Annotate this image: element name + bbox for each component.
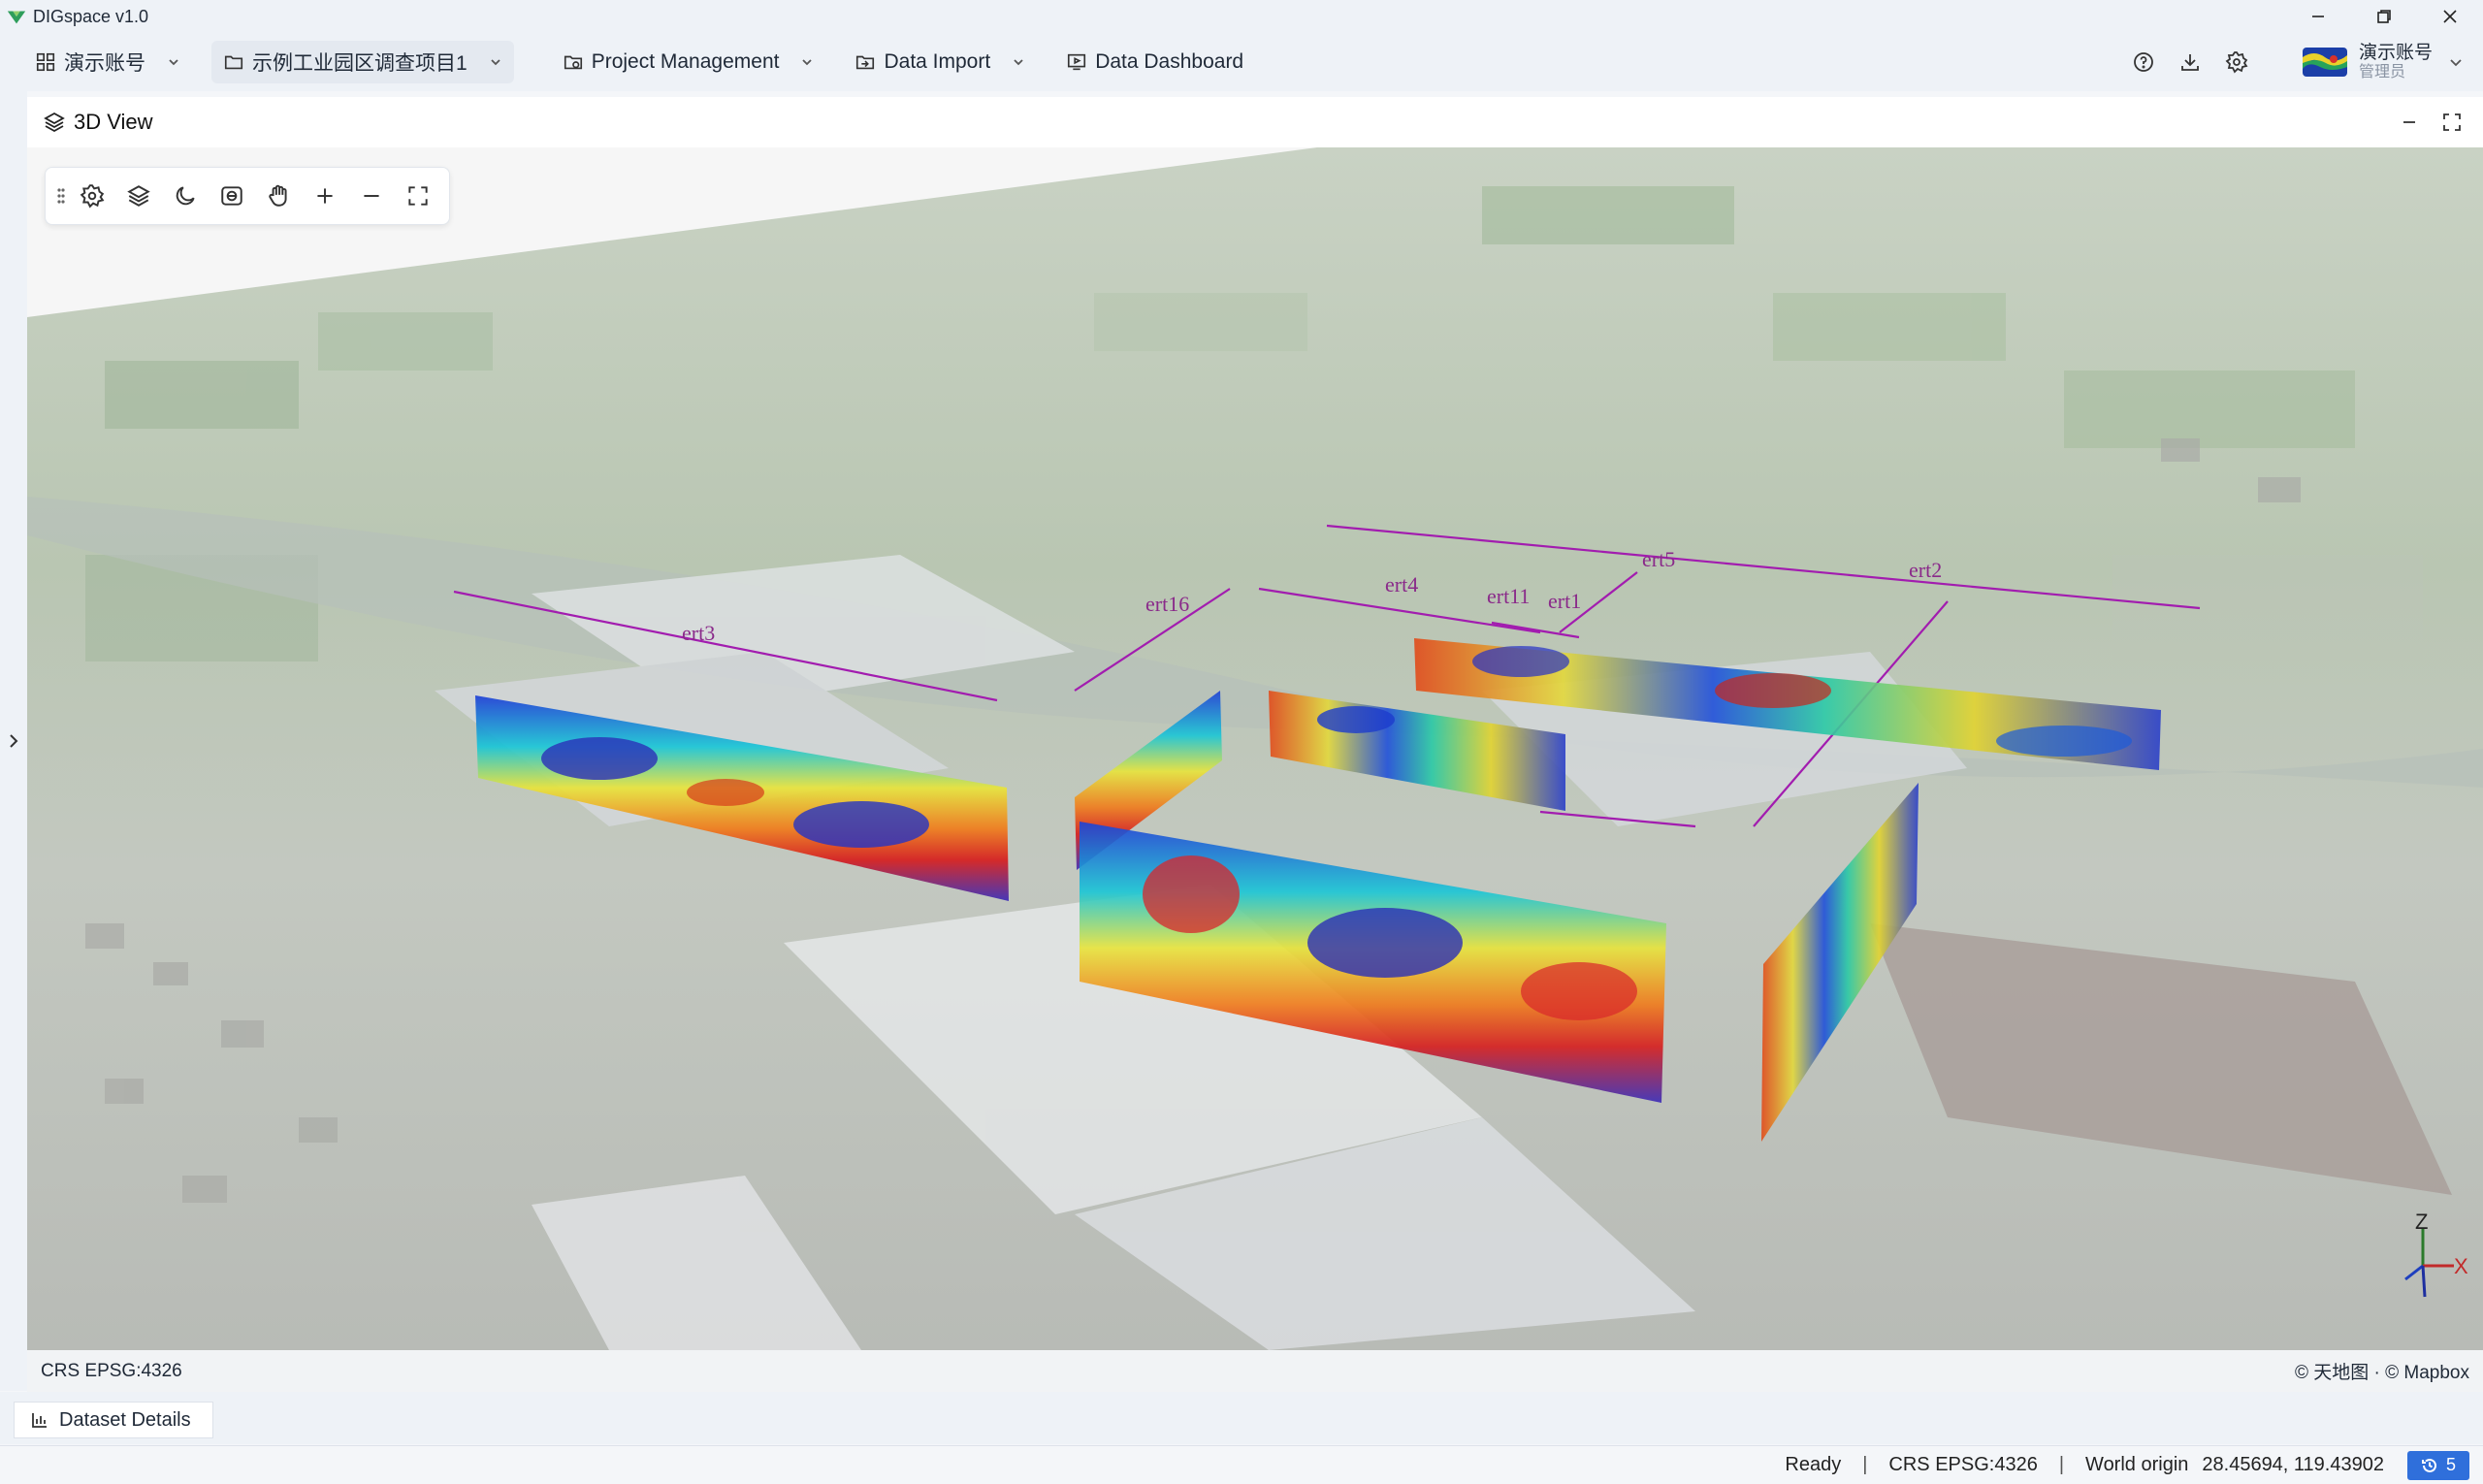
zoom-in-icon (317, 188, 333, 204)
user-name: 演示账号 (2358, 42, 2433, 63)
profile-label-ert16: ert16 (1145, 592, 1189, 616)
chevron-right-icon (10, 734, 18, 748)
settings-button[interactable] (2217, 43, 2256, 81)
project-management-menu[interactable]: Project Management (551, 41, 826, 83)
dataset-details-label: Dataset Details (59, 1408, 191, 1431)
zoom-out-icon (364, 195, 379, 197)
zoom-out-button[interactable] (348, 173, 395, 219)
axis-z-label: Z (2415, 1210, 2428, 1234)
chevron-down-icon (169, 59, 178, 66)
restore-button[interactable] (2351, 0, 2417, 33)
download-button[interactable] (2171, 43, 2209, 81)
fullscreen-icon (408, 186, 428, 206)
settings-icon (2225, 51, 2248, 74)
dataset-details-tab[interactable]: Dataset Details (14, 1402, 213, 1438)
profile-label-ert2: ert2 (1909, 558, 1942, 582)
panel-maximize-button[interactable] (2431, 103, 2473, 142)
bottom-tab-row: Dataset Details (0, 1392, 2483, 1444)
moon-icon (176, 186, 195, 206)
profile-label-ert11: ert11 (1487, 584, 1530, 608)
download-icon (2181, 54, 2199, 71)
chevron-down-icon (1014, 59, 1023, 66)
history-icon (2421, 1458, 2436, 1472)
panel-title: 3D View (74, 110, 153, 134)
window-title: DIGspace v1.0 (33, 6, 149, 26)
project-management-label: Project Management (591, 50, 780, 73)
grid-icon (36, 52, 55, 72)
profile-label-ert3: ert3 (682, 621, 715, 645)
map-settings-button[interactable] (69, 173, 115, 219)
minimize-icon (2312, 16, 2324, 17)
profile-label-ert5: ert5 (1642, 547, 1675, 571)
account-menu-label: 演示账号 (64, 52, 145, 75)
map-copyright: © 天地图 · © Mapbox (2294, 1363, 2469, 1383)
project-selector-label: 示例工业园区调查项目1 (252, 52, 468, 75)
panel-minimize-button[interactable] (2388, 103, 2431, 142)
settings-icon (80, 184, 105, 209)
dashboard-icon (1068, 53, 1086, 71)
world-origin-value: 28.45694, 119.43902 (2202, 1454, 2384, 1475)
status-separator: | (1862, 1454, 1868, 1475)
project-folder-icon (564, 55, 582, 70)
history-count: 5 (2445, 1455, 2456, 1474)
fullscreen-button[interactable] (395, 173, 441, 219)
import-icon (856, 55, 875, 70)
close-button[interactable] (2417, 0, 2483, 33)
avatar (2302, 47, 2347, 77)
status-text: Ready (1785, 1454, 1842, 1475)
3d-scene[interactable]: ert3 ert16 ert4 ert11 ert1 ert5 ert2 Z X (27, 147, 2483, 1350)
layers-icon (127, 185, 150, 207)
minimize-button[interactable] (2285, 0, 2351, 33)
zoom-in-button[interactable] (302, 173, 348, 219)
layers-button[interactable] (115, 173, 162, 219)
layers-icon (44, 112, 65, 133)
screenshot-button[interactable] (209, 173, 255, 219)
profile-label-ert4: ert4 (1385, 572, 1418, 597)
project-selector[interactable]: 示例工业园区调查项目1 (211, 41, 514, 83)
help-icon (2134, 52, 2153, 72)
app-logo-icon (7, 11, 26, 24)
pan-hand-icon (269, 184, 287, 207)
3d-view-panel: 3D View ert3 ert16 ert4 ert11 ert1 ert5 … (27, 97, 2483, 1392)
main-menubar: 演示账号 示例工业园区调查项目1 Project Management Data… (0, 33, 2483, 91)
pan-button[interactable] (255, 173, 302, 219)
left-panel-toggle[interactable] (0, 91, 27, 1391)
data-import-label: Data Import (884, 50, 991, 73)
bar-chart-icon (32, 1413, 47, 1428)
history-badge[interactable]: 5 (2406, 1450, 2469, 1480)
data-import-menu[interactable]: Data Import (843, 41, 1037, 83)
world-origin-label: World origin (2085, 1454, 2189, 1475)
profile-label-ert1: ert1 (1548, 589, 1581, 613)
status-bar: Ready | CRS EPSG:4326 | World origin 28.… (0, 1445, 2483, 1484)
map-crs-label: CRS EPSG:4326 (41, 1360, 182, 1381)
status-crs: CRS EPSG:4326 (1888, 1454, 2038, 1475)
map-attribution-bar: CRS EPSG:4326 © 天地图 · © Mapbox (27, 1350, 2483, 1392)
panel-header: 3D View (27, 97, 2483, 147)
minimize-icon (2403, 121, 2415, 123)
camera-icon (221, 186, 242, 206)
title-bar: DIGspace v1.0 (0, 0, 2483, 33)
help-button[interactable] (2124, 43, 2163, 81)
3d-viewport[interactable]: ert3 ert16 ert4 ert11 ert1 ert5 ert2 Z X (27, 147, 2483, 1350)
drag-grip-icon[interactable] (53, 185, 69, 207)
close-icon (2443, 10, 2457, 23)
chevron-down-icon (802, 59, 813, 66)
account-menu[interactable]: 演示账号 (23, 41, 192, 83)
restore-icon (2377, 10, 2391, 23)
chevron-down-icon (2450, 59, 2462, 67)
data-dashboard-menu[interactable]: Data Dashboard (1054, 41, 1255, 83)
maximize-icon (2443, 113, 2461, 131)
status-separator: | (2058, 1454, 2065, 1475)
night-mode-button[interactable] (162, 173, 209, 219)
chevron-down-icon (491, 59, 500, 66)
user-role: 管理员 (2358, 63, 2405, 81)
user-menu[interactable]: 演示账号 管理员 (2302, 42, 2464, 81)
axis-x-label: X (2454, 1254, 2468, 1278)
folder-icon (224, 55, 243, 70)
map-toolbar (45, 167, 450, 225)
data-dashboard-label: Data Dashboard (1095, 50, 1244, 73)
